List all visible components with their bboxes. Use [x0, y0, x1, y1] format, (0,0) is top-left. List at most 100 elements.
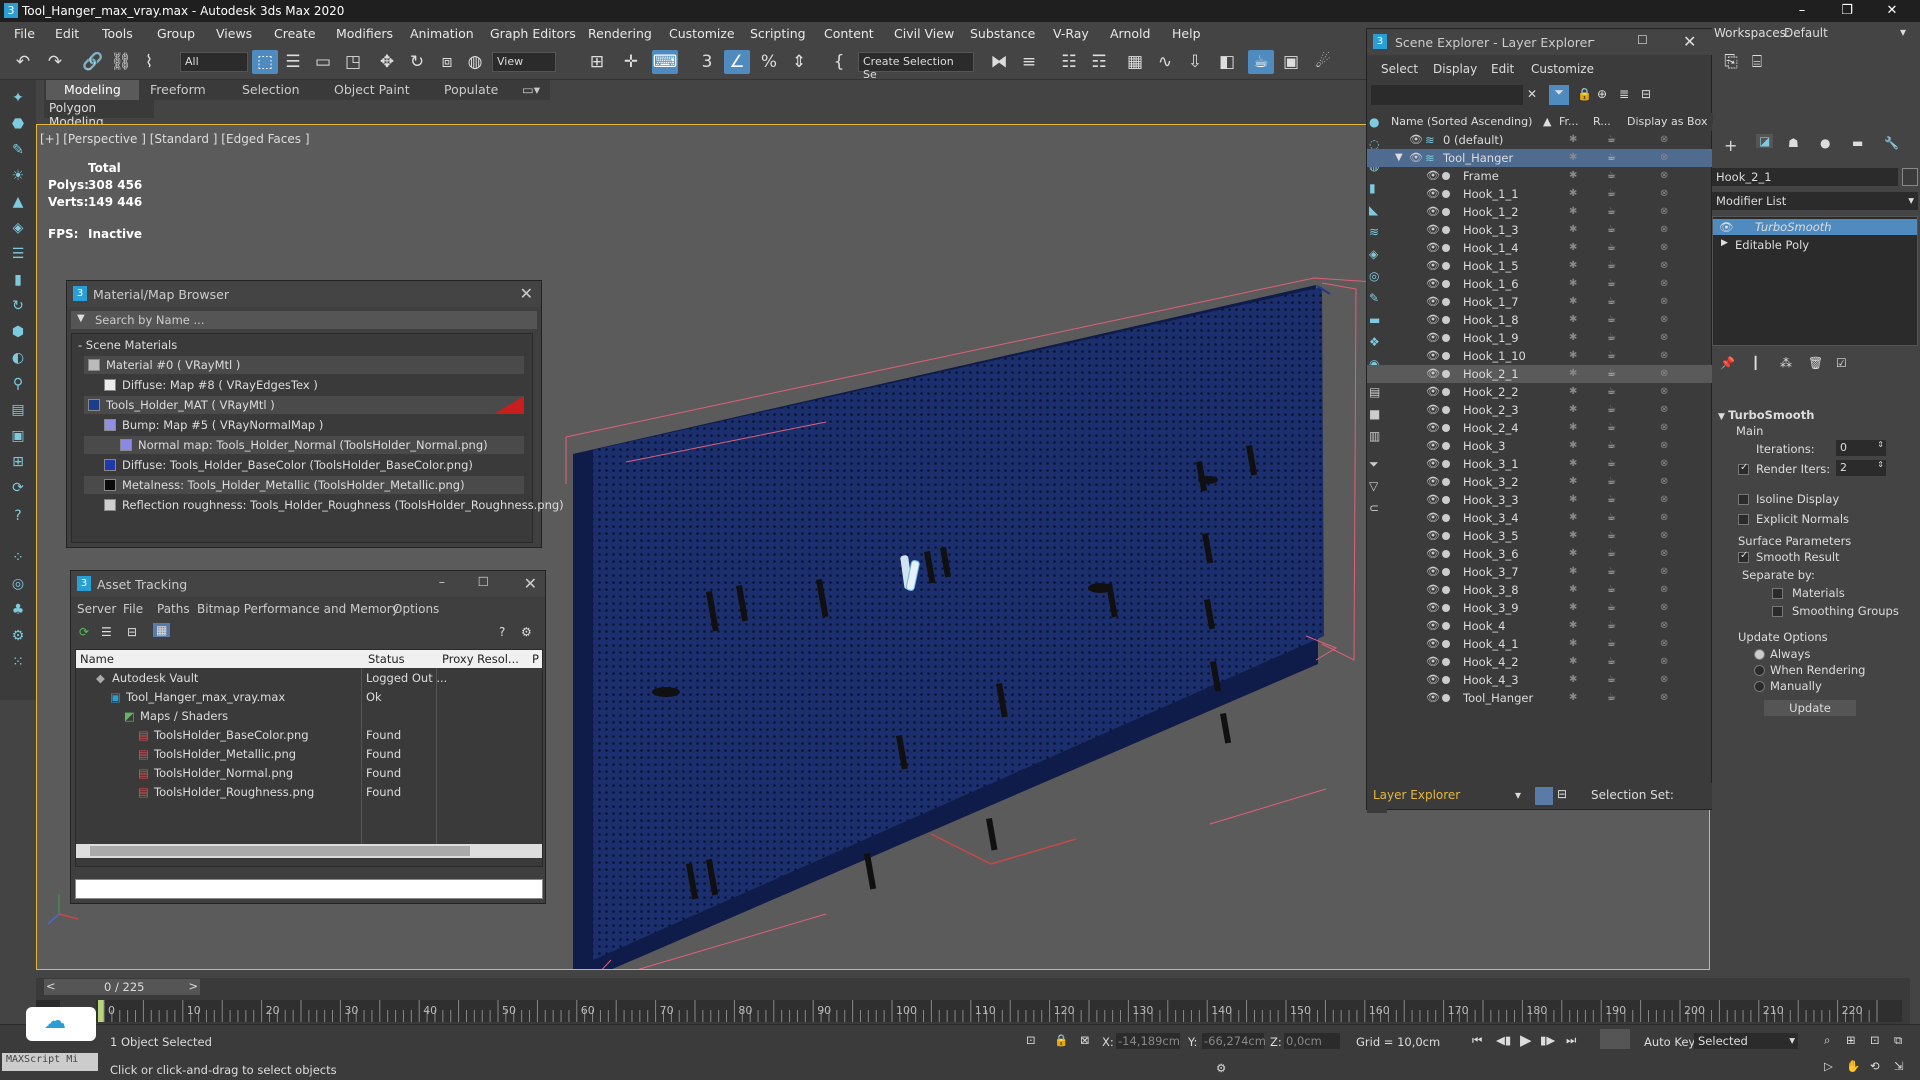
select-by-name-icon[interactable]: ☰	[280, 50, 306, 74]
render-icon[interactable]: ☕	[1607, 545, 1616, 563]
selection-lock-icon[interactable]: 🔒	[1054, 1033, 1068, 1047]
box-icon[interactable]: ⊗	[1660, 365, 1668, 383]
box-icon[interactable]: ⊗	[1660, 419, 1668, 437]
material-item[interactable]: Tools_Holder_MAT ( VRayMtl )	[84, 396, 524, 414]
spinner-snap-icon[interactable]: ⇕	[786, 50, 812, 74]
utilities-icon[interactable]: ▤	[8, 402, 28, 422]
menu-tools[interactable]: Tools	[102, 26, 133, 41]
render-dot-icon[interactable]	[1442, 244, 1450, 252]
asset-menu-file[interactable]: File	[123, 602, 143, 616]
selection-filter-dropdown[interactable]: All	[180, 52, 248, 72]
hierarchy-icon[interactable]: ⊟	[1641, 87, 1651, 101]
render-icon[interactable]: ☕	[1607, 383, 1616, 401]
layer-explorer-dropdown[interactable]: Layer Explorer	[1373, 788, 1460, 802]
clear-search-icon[interactable]: ✕	[1527, 87, 1537, 101]
menu-civil-view[interactable]: Civil View	[894, 26, 954, 41]
close-icon[interactable]: ✕	[524, 574, 537, 593]
freeze-icon[interactable]: ✱	[1569, 293, 1577, 311]
freeze-icon[interactable]: ✱	[1569, 527, 1577, 545]
lights-icon[interactable]: ☀	[8, 168, 28, 188]
box-icon[interactable]: ⊗	[1660, 473, 1668, 491]
freeze-icon[interactable]: ✱	[1569, 401, 1577, 419]
freeze-icon[interactable]: ✱	[1569, 239, 1577, 257]
box-icon[interactable]: ⊗	[1660, 671, 1668, 689]
render-dot-icon[interactable]	[1442, 298, 1450, 306]
filter-icon[interactable]: ⏷	[1549, 85, 1569, 105]
box-icon[interactable]: ⊗	[1660, 275, 1668, 293]
render-icon[interactable]: ☕	[1607, 635, 1616, 653]
render-icon[interactable]: ☕	[1607, 239, 1616, 257]
menu-animation[interactable]: Animation	[410, 26, 474, 41]
toggle-scene-explorer-icon[interactable]: ☷	[1056, 50, 1082, 74]
fov-icon[interactable]: ▷	[1824, 1059, 1833, 1073]
render-iters-spinner[interactable]: 2 ⇕	[1836, 460, 1886, 476]
close-icon[interactable]: ✕	[520, 284, 533, 303]
polygon-modeling-panel[interactable]: Polygon Modeling	[44, 100, 154, 129]
freeze-icon[interactable]: ✱	[1569, 311, 1577, 329]
list-item[interactable]: 👁 Tool_Hanger ✱ ☕ ⊗	[1367, 689, 1713, 707]
spacewarps-icon[interactable]: ☰	[8, 246, 28, 266]
render-dot-icon[interactable]	[1442, 532, 1450, 540]
menu-group[interactable]: Group	[157, 26, 195, 41]
expand-icon[interactable]: ▶	[1721, 238, 1728, 248]
render-icon[interactable]: ☕	[1607, 491, 1616, 509]
render-icon[interactable]: ☕	[1607, 401, 1616, 419]
freeze-icon[interactable]: ✱	[1569, 671, 1577, 689]
motion-icon[interactable]: ◐	[8, 350, 28, 370]
geometry-icon[interactable]: ⬣	[8, 116, 28, 136]
menu-file[interactable]: File	[14, 26, 35, 41]
workflow-icon[interactable]: ⚙	[8, 628, 28, 648]
viewport-label[interactable]: [+] [Perspective ] [Standard ] [Edged Fa…	[40, 132, 310, 146]
list-item[interactable]: 👁 ≋ 0 (default) ✱ ☕ ⊗	[1367, 131, 1713, 149]
scrollbar-thumb[interactable]	[90, 846, 470, 856]
list-item[interactable]: 👁 Hook_3_5 ✱ ☕ ⊗	[1367, 527, 1713, 545]
render-icon[interactable]: ☕	[1607, 167, 1616, 185]
list-item[interactable]: 👁 Hook_3 ✱ ☕ ⊗	[1367, 437, 1713, 455]
se-col-box[interactable]: Display as Box	[1627, 115, 1707, 128]
se-menu-select[interactable]: Select	[1381, 62, 1418, 76]
menu-views[interactable]: Views	[216, 26, 252, 41]
toggle-layer-explorer-icon[interactable]: ☶	[1086, 50, 1112, 74]
render-icon[interactable]: ☕	[1607, 527, 1616, 545]
eye-icon[interactable]: 👁	[1719, 220, 1734, 234]
list-item[interactable]: 👁 Hook_3_7 ✱ ☕ ⊗	[1367, 563, 1713, 581]
freeze-icon[interactable]: ✱	[1569, 365, 1577, 383]
se-col-name[interactable]: Name (Sorted Ascending)	[1391, 115, 1532, 128]
expand-icon[interactable]: ▼	[1395, 149, 1403, 167]
render-dot-icon[interactable]	[1442, 478, 1450, 486]
menu-help[interactable]: Help	[1172, 26, 1201, 41]
track-bar[interactable]: 0 10 20 30 40 50 60 70 80 90 100 110 120 130 140 150 160…	[96, 1000, 1902, 1022]
horizontal-scrollbar[interactable]	[76, 844, 542, 858]
box-icon[interactable]: ⊗	[1660, 401, 1668, 419]
isolate-icon[interactable]: ◎	[8, 576, 28, 596]
minimize-icon[interactable]: –	[1589, 33, 1595, 47]
material-item[interactable]: Diffuse: Map #8 ( VRayEdgesTex )	[84, 376, 524, 394]
project-icon[interactable]: ⌸	[1744, 50, 1770, 74]
unlink-icon[interactable]: ⛓	[108, 50, 134, 74]
box-icon[interactable]: ⊗	[1660, 653, 1668, 671]
eye-icon[interactable]: 👁	[1426, 509, 1440, 527]
edit-named-selection-icon[interactable]: {	[826, 50, 852, 74]
asset-col-proxy[interactable]: Proxy Resol...	[442, 652, 519, 666]
selection-set-label[interactable]: Selection Set:	[1591, 788, 1674, 802]
hierarchy-toggle-icon[interactable]: ⊟	[1557, 787, 1567, 801]
render-dot-icon[interactable]	[1442, 388, 1450, 396]
eye-icon[interactable]: 👁	[1409, 149, 1423, 167]
eye-icon[interactable]: 👁	[1426, 599, 1440, 617]
list-item[interactable]: 👁 Hook_4_2 ✱ ☕ ⊗	[1367, 653, 1713, 671]
isoline-checkbox[interactable]	[1738, 494, 1749, 505]
render-icon[interactable]: ☕	[1607, 275, 1616, 293]
freeze-icon[interactable]: ✱	[1569, 689, 1577, 707]
render-icon[interactable]: ☕	[1607, 581, 1616, 599]
table-icon[interactable]: ▦	[153, 623, 171, 637]
render-dot-icon[interactable]	[1442, 208, 1450, 216]
se-menu-edit[interactable]: Edit	[1491, 62, 1514, 76]
minimize-icon[interactable]: –	[1780, 0, 1824, 22]
time-slider[interactable]: < 0 / 225 >	[44, 979, 200, 995]
list-item[interactable]: 👁 Hook_4 ✱ ☕ ⊗	[1367, 617, 1713, 635]
freeze-icon[interactable]: ✱	[1569, 347, 1577, 365]
adaptive-degradation-icon[interactable]: ⚙	[1216, 1061, 1226, 1075]
eye-icon[interactable]: 👁	[1426, 527, 1440, 545]
pivot-icon[interactable]: ⊞	[584, 50, 610, 74]
asset-col-name[interactable]: Name	[80, 652, 114, 666]
